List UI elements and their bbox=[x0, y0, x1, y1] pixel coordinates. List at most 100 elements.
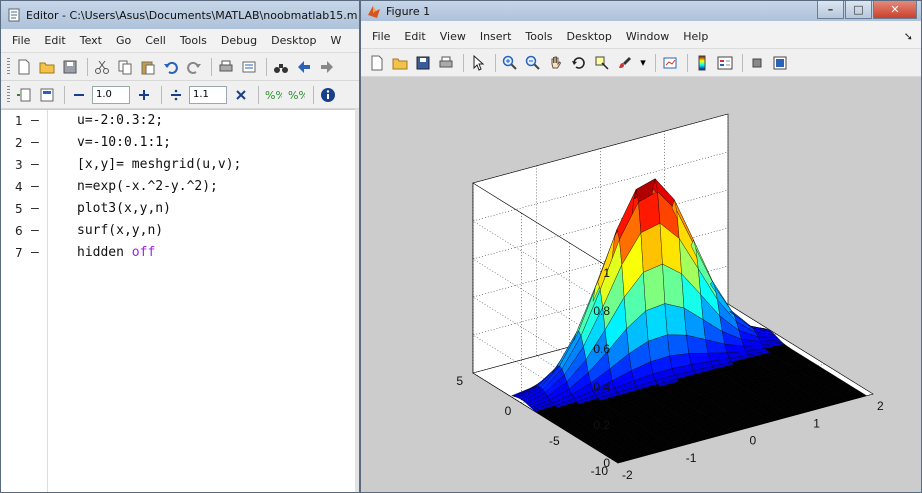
figure-menu-desktop[interactable]: Desktop bbox=[560, 30, 619, 43]
editor-menu-file[interactable]: File bbox=[5, 34, 37, 47]
editor-menu-desktop[interactable]: Desktop bbox=[264, 34, 323, 47]
cell-layout-icon[interactable] bbox=[37, 85, 57, 105]
breakpoint-marker[interactable]: — bbox=[31, 176, 39, 198]
editor-menu-tools[interactable]: Tools bbox=[173, 34, 214, 47]
figure-menu-window[interactable]: Window bbox=[619, 30, 676, 43]
figure-menu-help[interactable]: Help bbox=[676, 30, 715, 43]
code-line[interactable]: 2 — v=-10:0.1:1; bbox=[1, 132, 359, 154]
editor-menu-text[interactable]: Text bbox=[73, 34, 109, 47]
divide-icon[interactable] bbox=[166, 85, 186, 105]
back-arrow-icon[interactable] bbox=[294, 57, 314, 77]
breakpoint-marker[interactable]: — bbox=[31, 154, 39, 176]
figure-menu-insert[interactable]: Insert bbox=[473, 30, 519, 43]
editor-menu-go[interactable]: Go bbox=[109, 34, 138, 47]
new-figure-icon[interactable] bbox=[367, 53, 387, 73]
uncomment-cell-icon[interactable]: %% bbox=[286, 85, 306, 105]
comment-cell-icon[interactable]: %% bbox=[263, 85, 283, 105]
rotate-3d-icon[interactable] bbox=[569, 53, 589, 73]
decrement-minus-icon[interactable] bbox=[69, 85, 89, 105]
increment-plus-icon[interactable] bbox=[134, 85, 154, 105]
figure-menu-tools[interactable]: Tools bbox=[518, 30, 559, 43]
code-editor-area[interactable]: 1 — u=-2:0.3:2; 2 — v=-10:0.1:1; 3 — [x,y]= me… bbox=[1, 109, 359, 492]
toolbar-separator bbox=[64, 85, 65, 104]
breakpoint-marker[interactable]: — bbox=[31, 220, 39, 242]
cut-icon[interactable] bbox=[92, 57, 112, 77]
paste-icon[interactable] bbox=[138, 57, 158, 77]
editor-titlebar[interactable]: Editor - C:\Users\Asus\Documents\MATLAB\… bbox=[1, 1, 359, 29]
data-cursor-icon[interactable] bbox=[592, 53, 612, 73]
save-icon[interactable] bbox=[413, 53, 433, 73]
editor-menu-window[interactable]: W bbox=[323, 34, 348, 47]
editor-document-icon bbox=[7, 8, 21, 22]
breakpoint-marker[interactable]: — bbox=[31, 132, 39, 154]
edit-plot-pointer-icon[interactable] bbox=[468, 53, 488, 73]
undo-icon[interactable] bbox=[161, 57, 181, 77]
maximize-icon[interactable]: □ bbox=[845, 1, 872, 19]
breakpoint-marker[interactable]: — bbox=[31, 198, 39, 220]
figure-plot-area[interactable]: 0 0.2 0.4 0.6 0.8 1 5 0 -5 -10 -2 -1 0 1 2 bbox=[361, 77, 921, 492]
line-number: 5 bbox=[15, 202, 23, 216]
divide-value-input[interactable] bbox=[189, 85, 227, 104]
legend-icon[interactable] bbox=[715, 53, 735, 73]
zoom-in-icon[interactable] bbox=[500, 53, 520, 73]
publish-icon[interactable] bbox=[239, 57, 259, 77]
print-icon[interactable] bbox=[216, 57, 236, 77]
editor-scrollbar[interactable] bbox=[355, 109, 359, 492]
figure-menu-edit[interactable]: Edit bbox=[397, 30, 432, 43]
show-plot-tools-icon[interactable] bbox=[770, 53, 790, 73]
toolbar-grip[interactable] bbox=[7, 85, 10, 104]
code-line[interactable]: 5 — plot3(x,y,n) bbox=[1, 198, 359, 220]
find-binoculars-icon[interactable] bbox=[271, 57, 291, 77]
figure-menu-view[interactable]: View bbox=[433, 30, 473, 43]
brush-icon[interactable] bbox=[615, 53, 635, 73]
help-info-icon[interactable] bbox=[318, 85, 338, 105]
code-text: plot3(x,y,n) bbox=[77, 201, 171, 216]
link-plot-icon[interactable] bbox=[660, 53, 680, 73]
line-number: 7 bbox=[15, 246, 23, 260]
brush-dropdown-icon[interactable]: ▾ bbox=[638, 53, 648, 73]
editor-menu-cell[interactable]: Cell bbox=[138, 34, 173, 47]
code-line[interactable]: 7 — hidden off bbox=[1, 242, 359, 264]
code-line[interactable]: 6 — surf(x,y,n) bbox=[1, 220, 359, 242]
toolbar-separator bbox=[655, 53, 656, 72]
code-line[interactable]: 4 — n=exp(-x.^2-y.^2); bbox=[1, 176, 359, 198]
zoom-out-icon[interactable] bbox=[523, 53, 543, 73]
figure-menu-file[interactable]: File bbox=[365, 30, 397, 43]
editor-window: Editor - C:\Users\Asus\Documents\MATLAB\… bbox=[0, 0, 360, 493]
breakpoint-marker[interactable]: — bbox=[31, 242, 39, 264]
code-line[interactable]: 3 — [x,y]= meshgrid(u,v); bbox=[1, 154, 359, 176]
multiply-icon[interactable] bbox=[231, 85, 251, 105]
matlab-logo-icon bbox=[367, 4, 381, 18]
open-folder-icon[interactable] bbox=[390, 53, 410, 73]
svg-text:%%: %% bbox=[265, 89, 282, 102]
close-icon[interactable]: ✕ bbox=[873, 1, 917, 19]
toolbar-grip[interactable] bbox=[7, 57, 10, 76]
insert-cell-icon[interactable] bbox=[14, 85, 34, 105]
editor-menu-debug[interactable]: Debug bbox=[214, 34, 264, 47]
figure-titlebar[interactable]: Figure 1 – □ ✕ bbox=[361, 1, 921, 21]
breakpoint-marker[interactable]: — bbox=[31, 110, 39, 132]
pan-hand-icon[interactable] bbox=[546, 53, 566, 73]
figure-title: Figure 1 bbox=[386, 4, 431, 18]
dock-arrow-icon[interactable]: ➘ bbox=[897, 30, 921, 43]
decrement-value-input[interactable] bbox=[92, 85, 130, 104]
x-tick-label: -1 bbox=[686, 451, 697, 465]
toolbar-separator bbox=[258, 85, 259, 104]
copy-icon[interactable] bbox=[115, 57, 135, 77]
redo-icon[interactable] bbox=[184, 57, 204, 77]
minimize-icon[interactable]: – bbox=[817, 1, 844, 19]
editor-menu-edit[interactable]: Edit bbox=[37, 34, 72, 47]
forward-arrow-icon[interactable] bbox=[317, 57, 337, 77]
print-icon[interactable] bbox=[436, 53, 456, 73]
new-file-icon[interactable] bbox=[14, 57, 34, 77]
surface-plot[interactable]: 00.20.40.60.81 50-5-10 -2-1012 bbox=[361, 77, 921, 493]
colorbar-icon[interactable] bbox=[692, 53, 712, 73]
code-line[interactable]: 1 — u=-2:0.3:2; bbox=[1, 110, 359, 132]
y-tick-label: -5 bbox=[549, 434, 560, 448]
open-folder-icon[interactable] bbox=[37, 57, 57, 77]
toolbar-separator bbox=[211, 57, 212, 76]
hide-plot-tools-icon[interactable] bbox=[747, 53, 767, 73]
save-icon[interactable] bbox=[60, 57, 80, 77]
editor-cell-toolbar: %% %% bbox=[1, 81, 359, 109]
toolbar-separator bbox=[87, 57, 88, 76]
